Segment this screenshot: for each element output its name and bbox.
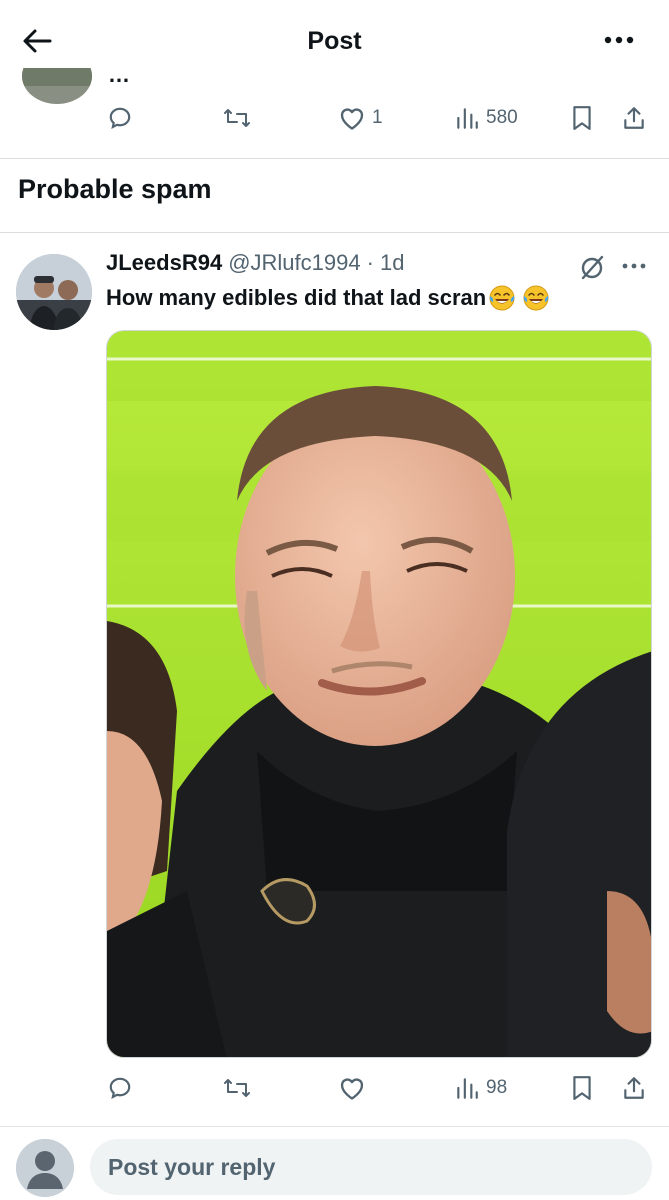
more-icon bbox=[622, 263, 646, 269]
repost-icon bbox=[224, 109, 250, 127]
face-with-tears-of-joy-icon bbox=[489, 285, 515, 311]
divider bbox=[0, 232, 669, 233]
views-icon bbox=[457, 1078, 478, 1099]
reply-icon bbox=[109, 1077, 131, 1100]
like-button[interactable]: 1 bbox=[338, 98, 383, 138]
view-count: 580 bbox=[486, 107, 518, 128]
previous-post[interactable]: … 1 580 bbox=[0, 68, 669, 158]
bookmark-button[interactable] bbox=[570, 98, 594, 138]
share-button[interactable] bbox=[622, 98, 646, 138]
more-icon bbox=[604, 36, 634, 44]
page-title: Post bbox=[307, 27, 362, 55]
face-with-tears-of-joy-icon bbox=[523, 285, 549, 311]
share-icon bbox=[624, 107, 644, 129]
heart-icon bbox=[340, 108, 364, 130]
avatar[interactable] bbox=[16, 254, 92, 330]
grok-button[interactable] bbox=[578, 252, 608, 287]
bookmark-icon bbox=[573, 106, 591, 130]
like-button[interactable] bbox=[338, 1068, 372, 1108]
repost-button[interactable] bbox=[222, 1068, 258, 1108]
timestamp[interactable]: · 1d bbox=[367, 250, 405, 276]
previous-post-actions: 1 580 bbox=[0, 98, 669, 138]
more-options-button[interactable] bbox=[597, 24, 641, 56]
repost-icon bbox=[224, 1079, 250, 1097]
previous-post-text: … bbox=[108, 68, 131, 87]
views-button[interactable]: 580 bbox=[454, 98, 518, 138]
default-avatar-icon bbox=[16, 1139, 74, 1197]
reply-input[interactable]: Post your reply bbox=[90, 1139, 652, 1195]
tweet-actions: 98 bbox=[0, 1068, 669, 1108]
section-title: Probable spam bbox=[18, 174, 212, 204]
display-name[interactable]: JLeedsR94 bbox=[106, 250, 222, 276]
divider bbox=[0, 158, 669, 159]
grok-icon bbox=[581, 255, 604, 280]
reply-button[interactable] bbox=[107, 1068, 139, 1108]
tweet-more-button[interactable] bbox=[620, 252, 648, 285]
tweet-header: JLeedsR94 @JRlufc1994 · 1d bbox=[106, 250, 405, 276]
tweet-text: How many edibles did that lad scran bbox=[106, 284, 550, 312]
views-icon bbox=[457, 108, 478, 129]
tweet-photo[interactable] bbox=[106, 330, 652, 1058]
tweet-text-content: How many edibles did that lad scran bbox=[106, 285, 487, 310]
bookmark-button[interactable] bbox=[570, 1068, 594, 1108]
reply-bar: Post your reply bbox=[0, 1126, 669, 1200]
repost-button[interactable] bbox=[222, 98, 258, 138]
reply-button[interactable] bbox=[107, 98, 139, 138]
user-handle[interactable]: @JRlufc1994 bbox=[228, 250, 360, 276]
views-button[interactable]: 98 bbox=[454, 1068, 507, 1108]
bookmark-icon bbox=[573, 1076, 591, 1100]
heart-icon bbox=[340, 1078, 364, 1100]
share-icon bbox=[624, 1077, 644, 1099]
reply-icon bbox=[109, 107, 131, 130]
view-count: 98 bbox=[486, 1077, 508, 1098]
share-button[interactable] bbox=[622, 1068, 646, 1108]
avatar[interactable] bbox=[16, 1139, 74, 1197]
like-count: 1 bbox=[372, 107, 383, 128]
